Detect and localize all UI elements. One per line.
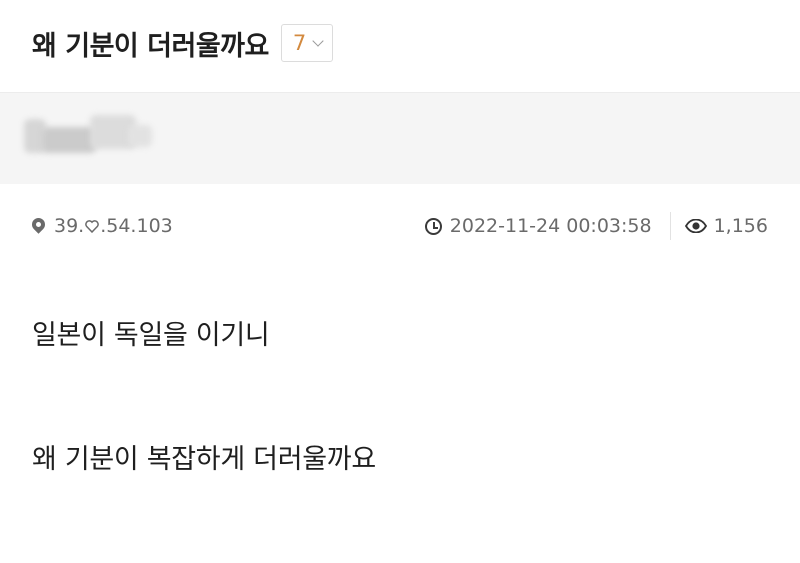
author-band — [0, 92, 800, 184]
location-pin-icon — [29, 214, 48, 234]
post-datetime: 2022-11-24 00:03:58 — [449, 215, 652, 237]
meta-divider — [669, 212, 671, 240]
ip-prefix: 39. — [54, 215, 85, 237]
post-meta: 39. .54.103 2022-11-24 00:03:58 1,156 — [29, 208, 768, 244]
author-avatar-blurred — [24, 113, 160, 157]
ip-suffix: .54.103 — [100, 215, 173, 237]
post-stats: 2022-11-24 00:03:58 1,156 — [424, 212, 768, 240]
title-row: 왜 기분이 더러울까요 7 — [32, 20, 334, 66]
heart-icon — [85, 219, 100, 233]
comment-count-dropdown[interactable]: 7 — [280, 24, 334, 62]
comment-count: 7 — [292, 31, 307, 55]
clock-icon — [424, 217, 442, 235]
view-count: 1,156 — [713, 215, 768, 237]
chevron-down-icon — [312, 35, 324, 47]
content-line-1: 일본이 독일을 이기니 — [32, 320, 270, 351]
eye-icon — [684, 219, 707, 233]
author-location: 39. .54.103 — [29, 214, 173, 237]
post-title: 왜 기분이 더러울까요 — [32, 30, 269, 62]
post-page: 왜 기분이 더러울까요 7 39. .54.103 2022-11-24 00:… — [0, 0, 800, 563]
content-line-2: 왜 기분이 복잡하게 더러울까요 — [32, 444, 376, 475]
